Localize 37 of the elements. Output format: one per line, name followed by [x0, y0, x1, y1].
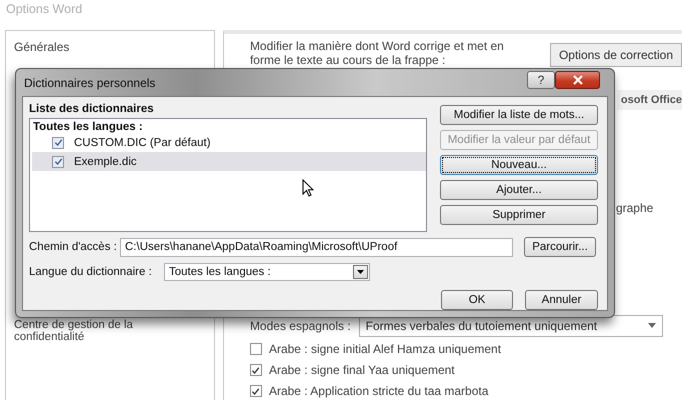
dialog-button[interactable]: Ajouter... — [440, 180, 598, 200]
dictionary-item[interactable]: CUSTOM.DIC (Par défaut) — [32, 133, 426, 152]
close-button[interactable] — [555, 70, 600, 88]
browse-button[interactable]: Parcourir... — [524, 237, 596, 258]
ok-button[interactable]: OK — [441, 290, 513, 310]
checkbox-label: Arabe : signe initial Alef Hamza uniquement — [268, 342, 502, 356]
group-header: Toutes les langues : — [32, 121, 144, 133]
dialog-button[interactable]: Nouveau... — [440, 155, 598, 175]
path-field[interactable]: C:\Users\hanane\AppData\Roaming\Microsoft\UProof — [120, 238, 513, 257]
checkbox[interactable] — [250, 385, 262, 398]
checkbox[interactable] — [250, 364, 262, 376]
cancel-button[interactable]: Annuler — [525, 290, 598, 310]
dialog-title: Dictionnaires personnels — [23, 76, 156, 90]
sidebar-item[interactable]: Générales — [6, 34, 214, 60]
window-title: Options Word — [5, 1, 84, 18]
list-label: Liste des dictionnaires — [29, 103, 155, 117]
close-icon — [572, 74, 584, 84]
checkbox-label: Arabe : Application stricte du taa marbota — [268, 384, 488, 398]
checkbox[interactable] — [52, 136, 64, 148]
language-dropdown[interactable]: Toutes les langues : — [164, 262, 370, 281]
checkbox[interactable] — [52, 156, 64, 168]
checkbox-label: Arabe : signe final Yaa uniquement — [268, 363, 455, 378]
dialog-button[interactable]: Supprimer — [440, 205, 598, 225]
caret-icon — [357, 270, 364, 274]
autocorrect-options-button[interactable]: Options de correction — [550, 43, 682, 67]
option-text: graphe — [616, 200, 654, 215]
section-title: osoft Office — [616, 90, 682, 110]
path-label: Chemin d'accès : — [29, 241, 118, 254]
pointer-icon — [302, 179, 314, 197]
spanish-modes-label: Modes espagnols : — [250, 318, 351, 333]
dictionary-item[interactable]: Exemple.dic — [32, 152, 426, 171]
help-button[interactable]: ? — [527, 70, 555, 88]
description-text: Modifier la manière dont Word corrige et met en forme le texte au cours de la frappe : — [250, 39, 505, 69]
language-label: Langue du dictionnaire : — [29, 266, 153, 278]
caret-icon — [648, 323, 656, 328]
dialog-button[interactable]: Modifier la liste de mots... — [440, 105, 598, 125]
checkbox[interactable] — [250, 343, 262, 356]
